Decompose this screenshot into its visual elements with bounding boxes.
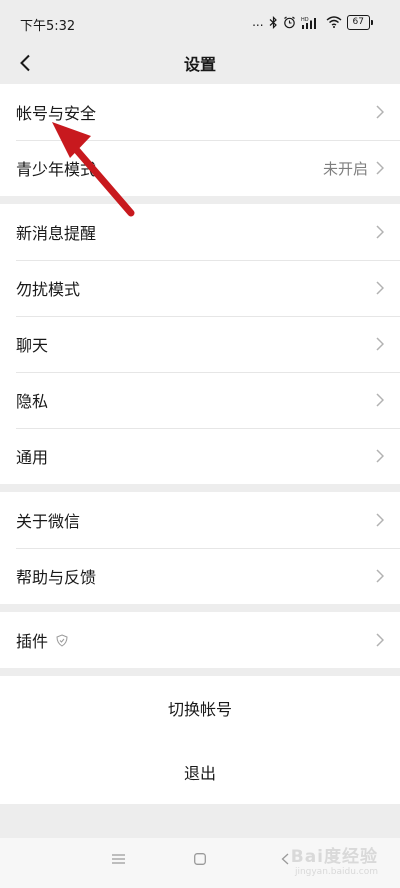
chevron-right-icon bbox=[376, 393, 384, 407]
switch-account-button[interactable]: 切换帐号 bbox=[0, 676, 400, 740]
settings-item-label: 勿扰模式 bbox=[16, 280, 81, 299]
settings-item-label: 帐号与安全 bbox=[16, 104, 97, 123]
cellular-signal-icon: HD bbox=[301, 17, 316, 29]
settings-item-label: 新消息提醒 bbox=[16, 224, 97, 243]
watermark-sub: jingyan.baidu.com bbox=[294, 867, 378, 877]
settings-item-label: 帮助与反馈 bbox=[16, 568, 97, 587]
battery-indicator: 67 bbox=[346, 14, 374, 30]
switch-account-group: 切换帐号 bbox=[0, 676, 400, 740]
status-icons: ... HD 67 bbox=[252, 13, 374, 31]
chevron-right-icon bbox=[376, 513, 384, 527]
watermark-text: Bai度经验 bbox=[290, 847, 378, 867]
shield-badge-icon bbox=[56, 633, 68, 647]
chevron-right-icon bbox=[376, 225, 384, 239]
settings-group-about: 关于微信 帮助与反馈 bbox=[0, 492, 400, 604]
settings-item-about-wechat[interactable]: 关于微信 bbox=[0, 492, 400, 548]
settings-group-plugins: 插件 bbox=[0, 612, 400, 668]
logout-button[interactable]: 退出 bbox=[0, 740, 400, 804]
settings-item-teen-mode[interactable]: 青少年模式 未开启 bbox=[0, 140, 400, 196]
settings-item-label: 关于微信 bbox=[16, 512, 81, 531]
wifi-icon bbox=[326, 16, 342, 28]
chevron-right-icon bbox=[376, 569, 384, 583]
signal-dots: ... bbox=[252, 15, 264, 29]
settings-group-account: 帐号与安全 青少年模式 未开启 bbox=[0, 84, 400, 196]
settings-item-do-not-disturb[interactable]: 勿扰模式 bbox=[0, 260, 400, 316]
chevron-right-icon bbox=[376, 337, 384, 351]
chevron-right-icon bbox=[376, 633, 384, 647]
settings-group-general: 新消息提醒 勿扰模式 聊天 隐私 通用 bbox=[0, 204, 400, 484]
settings-item-plugins[interactable]: 插件 bbox=[0, 612, 400, 668]
settings-item-label: 隐私 bbox=[16, 392, 49, 411]
logout-group: 退出 bbox=[0, 740, 400, 804]
status-time: 下午5:32 bbox=[20, 19, 76, 34]
chevron-right-icon bbox=[376, 449, 384, 463]
settings-item-privacy[interactable]: 隐私 bbox=[0, 372, 400, 428]
baidu-watermark: Bai度经验 jingyan.baidu.com bbox=[291, 842, 378, 877]
menu-icon[interactable] bbox=[112, 853, 125, 865]
settings-item-chat[interactable]: 聊天 bbox=[0, 316, 400, 372]
back-triangle-icon[interactable] bbox=[281, 853, 289, 865]
status-bar: 下午5:32 ... HD 67 bbox=[0, 0, 400, 44]
chevron-right-icon bbox=[376, 281, 384, 295]
settings-item-label: 插件 bbox=[16, 632, 49, 651]
settings-item-notifications[interactable]: 新消息提醒 bbox=[0, 204, 400, 260]
teen-mode-status: 未开启 bbox=[322, 159, 368, 178]
page-title: 设置 bbox=[183, 55, 216, 74]
chevron-right-icon bbox=[376, 161, 384, 175]
settings-item-account-security[interactable]: 帐号与安全 bbox=[0, 84, 400, 140]
bluetooth-icon bbox=[269, 15, 277, 29]
settings-item-label: 青少年模式 bbox=[16, 160, 97, 179]
alarm-icon bbox=[283, 16, 295, 28]
hd-label: HD bbox=[301, 17, 309, 23]
home-icon[interactable] bbox=[194, 853, 206, 865]
settings-item-label: 通用 bbox=[16, 448, 49, 467]
settings-item-label: 聊天 bbox=[16, 336, 49, 355]
settings-item-general[interactable]: 通用 bbox=[0, 428, 400, 484]
settings-item-help-feedback[interactable]: 帮助与反馈 bbox=[0, 548, 400, 604]
nav-bar: 设置 bbox=[0, 44, 400, 82]
chevron-right-icon bbox=[376, 105, 384, 119]
